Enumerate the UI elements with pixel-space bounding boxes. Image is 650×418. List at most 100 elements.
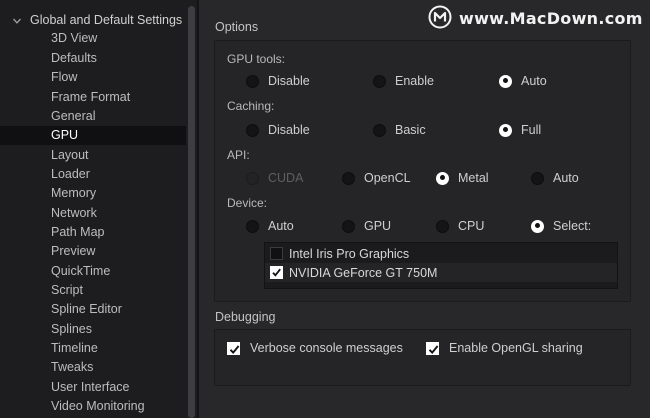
sidebar-item-video-monitoring[interactable]: Video Monitoring bbox=[0, 397, 186, 416]
radio-label: Auto bbox=[268, 219, 294, 233]
checkmark-icon bbox=[229, 344, 240, 354]
sidebar-scrollbar-thumb[interactable] bbox=[188, 6, 195, 418]
checkbox-box-checked[interactable] bbox=[227, 341, 240, 355]
gpu-tools-disable-radio[interactable]: Disable bbox=[246, 74, 310, 88]
watermark-text: www.MacDown.com bbox=[459, 8, 643, 28]
api-auto-radio[interactable]: Auto bbox=[531, 171, 579, 185]
radio-circle-selected[interactable] bbox=[499, 74, 512, 88]
checkmark-icon bbox=[428, 344, 439, 354]
sidebar-item-gpu[interactable]: GPU bbox=[0, 126, 186, 145]
caching-basic-radio[interactable]: Basic bbox=[373, 123, 426, 137]
sidebar-item-label: Video Monitoring bbox=[51, 399, 145, 413]
gpu-tools-enable-radio[interactable]: Enable bbox=[373, 74, 434, 88]
sidebar-item-label: Script bbox=[51, 283, 83, 297]
watermark: www.MacDown.com bbox=[428, 5, 643, 32]
radio-circle[interactable] bbox=[342, 171, 355, 185]
device-list-item-intel[interactable]: Intel Iris Pro Graphics bbox=[265, 244, 617, 263]
sidebar-item-label: 3D View bbox=[51, 31, 98, 45]
sidebar-item-memory[interactable]: Memory bbox=[0, 184, 186, 203]
sidebar-item-user-interface[interactable]: User Interface bbox=[0, 378, 186, 397]
sidebar-item-path-map[interactable]: Path Map bbox=[0, 223, 186, 242]
device-auto-radio[interactable]: Auto bbox=[246, 219, 294, 233]
macdown-logo-icon bbox=[428, 5, 452, 32]
device-list-item-nvidia[interactable]: NVIDIA GeForce GT 750M bbox=[265, 263, 617, 282]
sidebar-item-label: Spline Editor bbox=[51, 302, 122, 316]
radio-circle[interactable] bbox=[342, 219, 355, 233]
sidebar-item-general[interactable]: General bbox=[0, 107, 186, 126]
radio-label: Basic bbox=[395, 123, 426, 137]
sidebar-item-label: User Interface bbox=[51, 380, 130, 394]
sidebar-item-layout[interactable]: Layout bbox=[0, 146, 186, 165]
sidebar-item-label: Splines bbox=[51, 322, 92, 336]
radio-label: Auto bbox=[521, 74, 547, 88]
device-checkbox[interactable] bbox=[270, 247, 283, 260]
radio-label: GPU bbox=[364, 219, 392, 233]
sidebar-item-label: Timeline bbox=[51, 341, 98, 355]
api-label: API: bbox=[227, 148, 250, 162]
tree-parent-global-default-settings[interactable]: Global and Default Settings bbox=[0, 10, 186, 30]
sidebar-item-network[interactable]: Network bbox=[0, 204, 186, 223]
radio-circle-selected[interactable] bbox=[499, 123, 512, 137]
sidebar-item-defaults[interactable]: Defaults bbox=[0, 49, 186, 68]
chevron-down-icon[interactable] bbox=[12, 15, 22, 25]
radio-circle[interactable] bbox=[246, 74, 259, 88]
sidebar-item-label: Path Map bbox=[51, 225, 105, 239]
sidebar-item-label: Flow bbox=[51, 70, 78, 84]
radio-label: Full bbox=[521, 123, 542, 137]
sidebar-item-label: Layout bbox=[51, 148, 89, 162]
device-gpu-radio[interactable]: GPU bbox=[342, 219, 391, 233]
radio-circle-disabled bbox=[246, 171, 259, 185]
gpu-tools-auto-radio[interactable]: Auto bbox=[499, 74, 547, 88]
debugging-group bbox=[214, 329, 631, 386]
radio-circle[interactable] bbox=[436, 219, 449, 233]
sidebar-item-tweaks[interactable]: Tweaks bbox=[0, 358, 186, 377]
sidebar-item-loader[interactable]: Loader bbox=[0, 165, 186, 184]
checkbox-box-checked[interactable] bbox=[426, 341, 439, 355]
device-name: Intel Iris Pro Graphics bbox=[289, 246, 410, 261]
device-checkbox-checked[interactable] bbox=[270, 266, 283, 279]
checkbox-label: Enable OpenGL sharing bbox=[449, 341, 583, 355]
sidebar-item-script[interactable]: Script bbox=[0, 281, 186, 300]
radio-circle[interactable] bbox=[246, 219, 259, 233]
settings-sidebar: Global and Default Settings 3D View Defa… bbox=[0, 0, 197, 418]
verbose-console-checkbox[interactable]: Verbose console messages bbox=[227, 341, 403, 355]
api-metal-radio[interactable]: Metal bbox=[436, 171, 489, 185]
sidebar-item-quicktime[interactable]: QuickTime bbox=[0, 262, 186, 281]
radio-circle[interactable] bbox=[373, 123, 386, 137]
sidebar-item-label: Defaults bbox=[51, 51, 97, 65]
sidebar-item-label: Preview bbox=[51, 244, 96, 258]
sidebar-item-label: QuickTime bbox=[51, 264, 111, 278]
sidebar-item-label: Tweaks bbox=[51, 360, 94, 374]
sidebar-item-label: Frame Format bbox=[51, 90, 131, 104]
radio-label: Disable bbox=[268, 123, 310, 137]
radio-label: CPU bbox=[458, 219, 485, 233]
sidebar-item-spline-editor[interactable]: Spline Editor bbox=[0, 300, 186, 319]
radio-label: Auto bbox=[553, 171, 579, 185]
settings-category-list: Global and Default Settings 3D View Defa… bbox=[0, 0, 186, 418]
radio-circle[interactable] bbox=[246, 123, 259, 137]
sidebar-item-timeline[interactable]: Timeline bbox=[0, 339, 186, 358]
caching-full-radio[interactable]: Full bbox=[499, 123, 541, 137]
api-opencl-radio[interactable]: OpenCL bbox=[342, 171, 411, 185]
radio-label: Metal bbox=[458, 171, 489, 185]
sidebar-item-splines[interactable]: Splines bbox=[0, 320, 186, 339]
sidebar-item-label: Loader bbox=[51, 167, 90, 181]
sidebar-item-3d-view[interactable]: 3D View bbox=[0, 29, 186, 48]
sidebar-item-flow[interactable]: Flow bbox=[0, 68, 186, 87]
sidebar-item-frame-format[interactable]: Frame Format bbox=[0, 88, 186, 107]
device-label: Device: bbox=[227, 196, 268, 210]
radio-label: OpenCL bbox=[364, 171, 411, 185]
radio-label: Disable bbox=[268, 74, 310, 88]
checkmark-icon bbox=[272, 268, 281, 277]
caching-label: Caching: bbox=[227, 99, 275, 113]
opengl-sharing-checkbox[interactable]: Enable OpenGL sharing bbox=[426, 341, 583, 355]
sidebar-item-preview[interactable]: Preview bbox=[0, 242, 186, 261]
device-select-radio[interactable]: Select: bbox=[531, 219, 591, 233]
device-cpu-radio[interactable]: CPU bbox=[436, 219, 484, 233]
caching-disable-radio[interactable]: Disable bbox=[246, 123, 310, 137]
radio-circle-selected[interactable] bbox=[531, 219, 544, 233]
radio-circle[interactable] bbox=[531, 171, 544, 185]
sidebar-divider bbox=[197, 0, 199, 418]
radio-circle[interactable] bbox=[373, 74, 386, 88]
radio-circle-selected[interactable] bbox=[436, 171, 449, 185]
